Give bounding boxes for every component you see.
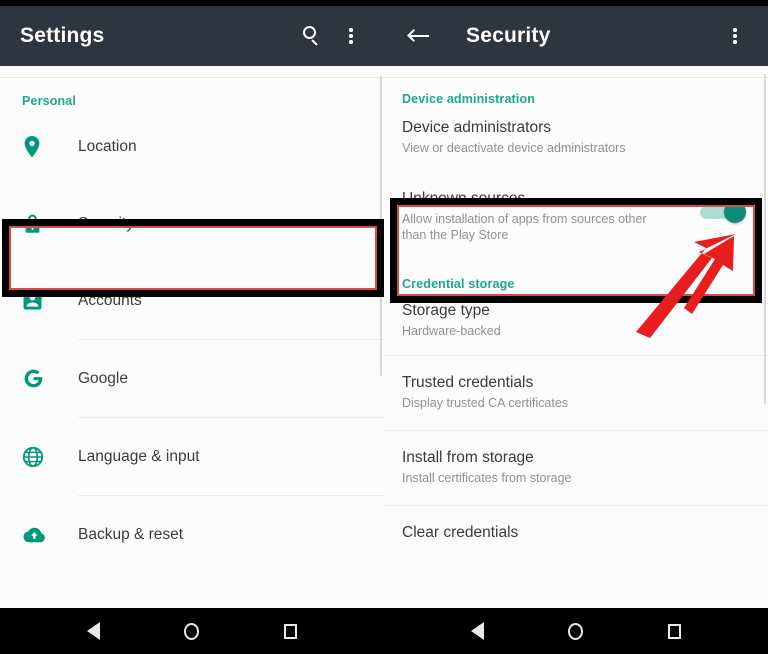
list-item-trusted-credentials[interactable]: Trusted credentials Display trusted CA c… — [384, 356, 768, 430]
security-page-title: Security — [466, 24, 551, 47]
search-button[interactable] — [294, 14, 332, 58]
sidebar-item-location[interactable]: Location — [0, 108, 384, 185]
page-title: Settings — [20, 24, 105, 47]
section-header-personal: Personal — [22, 94, 77, 108]
account-box-icon — [22, 290, 52, 311]
list-item-title: Unknown sources — [402, 190, 526, 207]
settings-panel: Settings Personal Location Security Acco… — [0, 6, 384, 608]
list-item-install-from-storage[interactable]: Install from storage Install certificate… — [384, 431, 768, 505]
nav-back-icon[interactable] — [80, 618, 106, 644]
sidebar-item-label: Backup & reset — [78, 525, 184, 543]
settings-appbar: Settings — [0, 6, 384, 66]
list-item-storage-type[interactable]: Storage type Hardware-backed — [384, 291, 768, 355]
security-list[interactable]: Device administration Device administrat… — [384, 66, 768, 608]
list-item-title: Device administrators — [402, 119, 552, 136]
security-scrollbar[interactable] — [764, 74, 766, 404]
nav-home-icon[interactable] — [563, 618, 589, 644]
security-appbar: Security — [384, 6, 768, 66]
list-item-subtitle: Allow installation of apps from sources … — [402, 212, 647, 242]
system-navigation-bars — [0, 608, 768, 654]
list-item-unknown-sources[interactable]: Unknown sources Allow installation of ap… — [384, 170, 768, 267]
section-header-device-administration: Device administration — [402, 92, 536, 106]
list-item-title: Trusted credentials — [402, 374, 534, 391]
nav-home-icon[interactable] — [179, 618, 205, 644]
unknown-sources-toggle[interactable] — [700, 201, 746, 223]
settings-scrollbar[interactable] — [380, 76, 382, 376]
navbar-right — [384, 608, 768, 654]
overflow-menu-icon — [733, 25, 737, 46]
list-item-subtitle: Hardware-backed — [402, 324, 501, 338]
location-pin-icon — [22, 135, 52, 159]
sidebar-item-backup-reset[interactable]: Backup & reset — [0, 496, 384, 573]
sidebar-item-language-input[interactable]: Language & input — [0, 418, 384, 495]
list-item-clear-credentials[interactable]: Clear credentials — [384, 506, 768, 557]
sidebar-item-label: Accounts — [78, 291, 142, 309]
sidebar-item-security[interactable]: Security — [0, 185, 384, 262]
sidebar-item-label: Google — [78, 369, 128, 387]
cloud-upload-icon — [22, 526, 52, 544]
sidebar-item-label: Location — [78, 137, 137, 155]
security-panel: Security Device administration Device ad… — [384, 6, 768, 608]
sidebar-item-google[interactable]: Google — [0, 340, 384, 417]
sidebar-item-label: Security — [78, 214, 134, 232]
list-item-subtitle: Display trusted CA certificates — [402, 396, 569, 410]
screenshot-root: Settings Personal Location Security Acco… — [0, 0, 768, 654]
nav-recents-icon[interactable] — [662, 618, 688, 644]
list-item-title: Install from storage — [402, 449, 534, 466]
nav-back-icon[interactable] — [464, 618, 490, 644]
list-item-subtitle: Install certificates from storage — [402, 471, 572, 485]
navbar-left — [0, 608, 384, 654]
section-header-credential-storage: Credential storage — [402, 277, 515, 291]
list-item-subtitle: View or deactivate device administrators — [402, 141, 626, 155]
list-item-title: Clear credentials — [402, 524, 519, 541]
back-button[interactable] — [400, 14, 438, 58]
lock-icon — [22, 212, 52, 236]
google-g-icon — [22, 367, 52, 390]
nav-recents-icon[interactable] — [278, 618, 304, 644]
sidebar-item-label: Language & input — [78, 447, 200, 465]
security-overflow-button[interactable] — [716, 14, 754, 58]
settings-list[interactable]: Personal Location Security Accounts Goog… — [0, 66, 384, 608]
list-item-device-administrators[interactable]: Device administrators View or deactivate… — [384, 106, 768, 170]
toggle-thumb — [724, 201, 746, 223]
sidebar-item-accounts[interactable]: Accounts — [0, 262, 384, 339]
back-arrow-icon — [407, 28, 430, 44]
list-item-title: Storage type — [402, 302, 490, 319]
globe-icon — [22, 446, 52, 468]
settings-overflow-button[interactable] — [332, 14, 370, 58]
search-icon — [303, 26, 323, 46]
overflow-menu-icon — [349, 25, 353, 46]
